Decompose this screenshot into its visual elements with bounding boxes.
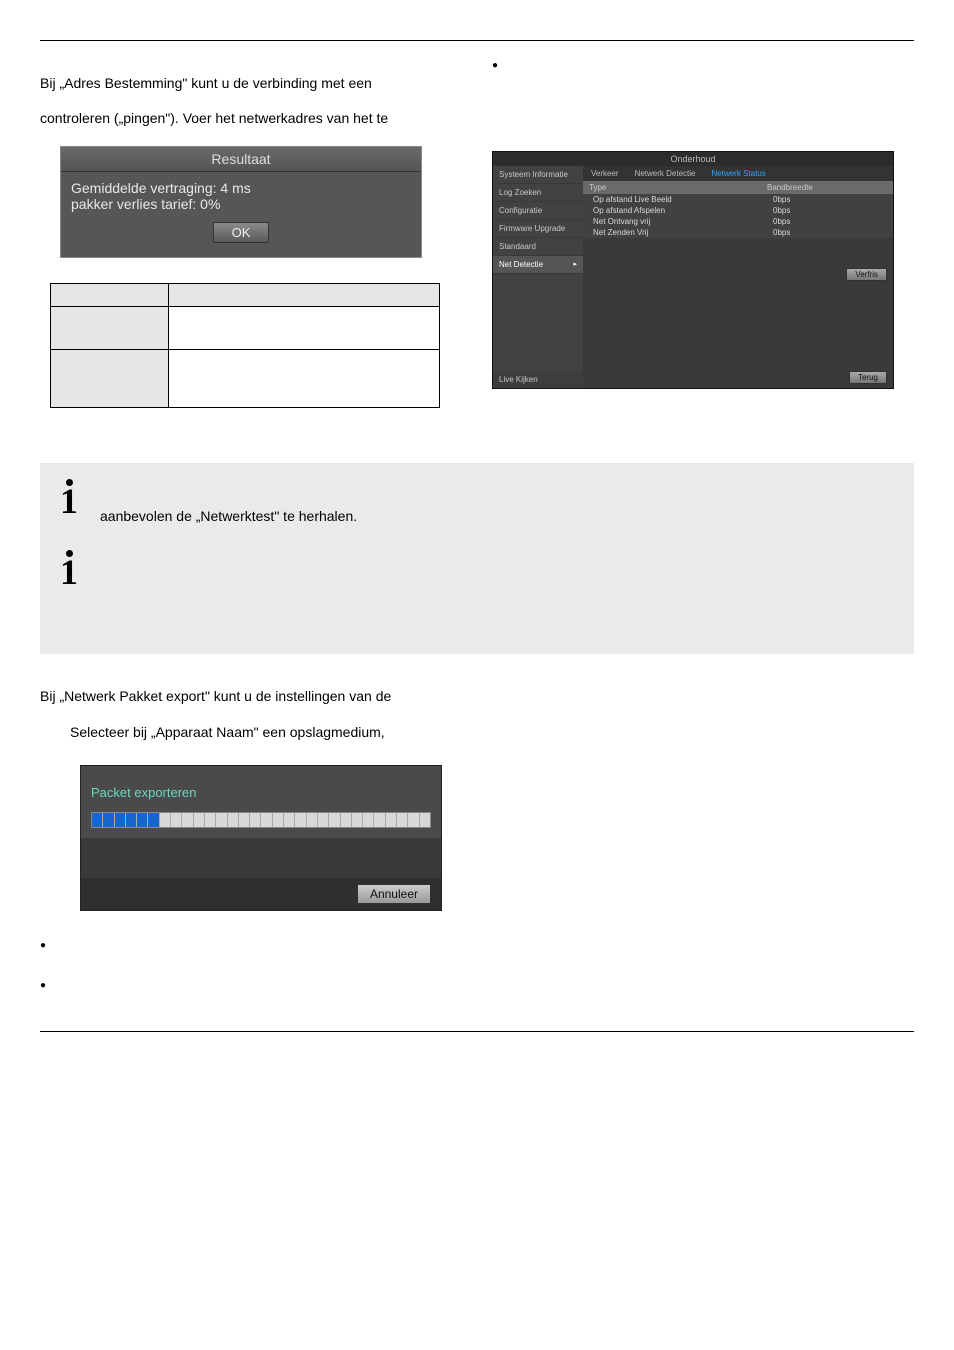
bottom-rule	[40, 1031, 914, 1032]
tab-net-status[interactable]: Netwerk Status	[704, 166, 774, 181]
table-cell	[169, 307, 440, 350]
bullet-icon: ●	[40, 941, 46, 951]
table-cell	[51, 350, 169, 408]
result-dialog-title: Resultaat	[61, 147, 421, 172]
back-button[interactable]: Terug	[849, 371, 887, 384]
col-header-bandwidth: Bandbreedte	[761, 181, 893, 194]
cell-bw: 0bps	[767, 206, 893, 215]
cell-bw: 0bps	[767, 195, 893, 204]
info-icon: 1	[60, 483, 100, 523]
doc-table	[50, 283, 440, 408]
result-dialog-body: Gemiddelde vertraging: 4 ms pakker verli…	[61, 172, 421, 257]
table-row: Net Zenden Vrij 0bps	[583, 227, 893, 238]
table-row: Op afstand Live Beeld 0bps	[583, 194, 893, 205]
network-status-panel: Onderhoud Systeem Informatie Log Zoeken …	[492, 151, 894, 389]
cell-type: Op afstand Live Beeld	[583, 195, 767, 204]
sidebar-item-sysinfo[interactable]: Systeem Informatie	[493, 166, 583, 184]
sidebar-item-label: Net Detectie	[499, 260, 543, 269]
chevron-right-icon: ▸	[573, 260, 577, 268]
cell-bw: 0bps	[767, 228, 893, 237]
result-line1: Gemiddelde vertraging: 4 ms	[71, 180, 411, 196]
sidebar-item-config[interactable]: Configuratie	[493, 202, 583, 220]
sidebar-item-log[interactable]: Log Zoeken	[493, 184, 583, 202]
panel-sidebar: Systeem Informatie Log Zoeken Configurat…	[493, 166, 583, 388]
section2-line2: Selecteer bij „Apparaat Naam" een opslag…	[70, 720, 914, 745]
table-cell	[169, 284, 440, 307]
intro-line2: controleren („pingen"). Voer het netwerk…	[40, 106, 462, 131]
cell-type: Net Ontvang vrij	[583, 217, 767, 226]
intro-line1: Bij „Adres Bestemming" kunt u de verbind…	[40, 71, 462, 96]
section2-line1: Bij „Netwerk Pakket export" kunt u de in…	[40, 684, 914, 709]
result-dialog: Resultaat Gemiddelde vertraging: 4 ms pa…	[60, 146, 422, 258]
tab-traffic[interactable]: Verkeer	[583, 166, 627, 181]
tab-net-detect[interactable]: Netwerk Detectie	[627, 166, 704, 181]
info-box: 1 aanbevolen de „Netwerktest" te herhale…	[40, 463, 914, 654]
info-icon: 1	[60, 554, 100, 594]
panel-title: Onderhoud	[493, 152, 893, 166]
table-row: Op afstand Afspelen 0bps	[583, 205, 893, 216]
sidebar-item-netdetect[interactable]: Net Detectie ▸	[493, 256, 583, 274]
cell-type: Op afstand Afspelen	[583, 206, 767, 215]
packet-dialog-title: Packet exporteren	[81, 781, 441, 808]
progress-bar	[91, 812, 431, 828]
table-cell	[51, 307, 169, 350]
table-cell	[51, 284, 169, 307]
ok-button[interactable]: OK	[213, 222, 270, 243]
sidebar-item-default[interactable]: Standaard	[493, 238, 583, 256]
packet-export-dialog: Packet exporteren Annuleer	[80, 765, 442, 911]
cell-type: Net Zenden Vrij	[583, 228, 767, 237]
table-row: Net Ontvang vrij 0bps	[583, 216, 893, 227]
cancel-button[interactable]: Annuleer	[357, 884, 431, 904]
sidebar-item-firmware[interactable]: Firmware Upgrade	[493, 220, 583, 238]
col-header-type: Type	[583, 181, 761, 194]
refresh-button[interactable]: Verfris	[846, 268, 887, 281]
sidebar-item-live[interactable]: Live Kijken	[493, 371, 583, 388]
info-text-1: aanbevolen de „Netwerktest" te herhalen.	[100, 483, 357, 524]
cell-bw: 0bps	[767, 217, 893, 226]
bullet-icon: ●	[40, 981, 46, 991]
result-line2: pakker verlies tarief: 0%	[71, 196, 411, 212]
bullet-icon: ●	[492, 61, 914, 71]
table-cell	[169, 350, 440, 408]
top-rule	[40, 40, 914, 41]
